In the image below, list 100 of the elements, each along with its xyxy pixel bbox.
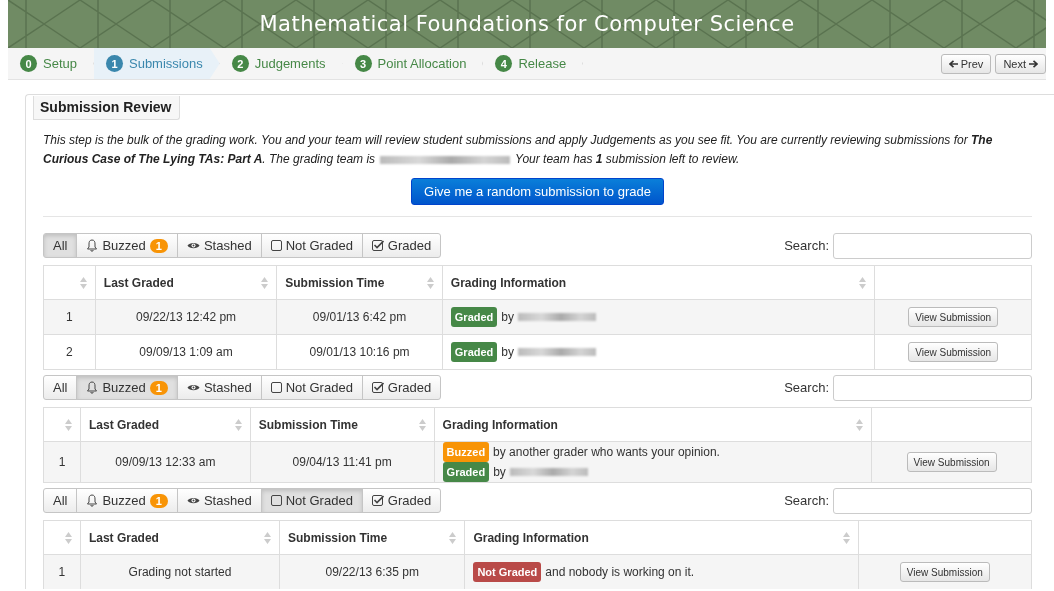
status-text: by bbox=[493, 464, 506, 481]
filter-button[interactable]: Buzzed 1 bbox=[76, 233, 178, 258]
course-title: Mathematical Foundations for Computer Science bbox=[259, 12, 795, 36]
view-submission-button[interactable]: View Submission bbox=[899, 562, 990, 582]
eye-icon bbox=[186, 496, 200, 505]
status-label: Graded bbox=[442, 462, 490, 482]
eye-icon bbox=[186, 383, 200, 392]
sort-icon[interactable] bbox=[449, 531, 457, 544]
table-cell: 09/22/13 12:42 pm bbox=[136, 310, 237, 324]
table-cell: 09/09/13 1:09 am bbox=[139, 345, 233, 359]
search-label: Search: bbox=[784, 238, 829, 253]
search-label: Search: bbox=[784, 380, 829, 395]
count-badge: 1 bbox=[149, 380, 168, 395]
sort-icon[interactable] bbox=[264, 531, 272, 544]
search-field[interactable] bbox=[833, 487, 1032, 514]
bell-icon bbox=[86, 381, 99, 394]
column-header[interactable]: Submission Time bbox=[258, 417, 358, 432]
status-text: and nobody is working on it. bbox=[545, 564, 695, 581]
table-cell: 09/01/13 10:16 pm bbox=[309, 345, 410, 359]
table-cell: 09/09/13 12:33 am bbox=[115, 455, 216, 469]
row-number: 1 bbox=[58, 455, 66, 469]
table-cell: 09/01/13 6:42 pm bbox=[312, 310, 407, 324]
filter-button[interactable]: Not Graded bbox=[260, 233, 363, 258]
filter-button[interactable]: Not Graded bbox=[260, 375, 363, 400]
count-badge: 1 bbox=[149, 493, 168, 508]
row-number: 1 bbox=[66, 310, 73, 324]
step-number: 2 bbox=[231, 55, 249, 72]
filter-button[interactable]: Buzzed 1 bbox=[76, 375, 178, 400]
column-header[interactable]: Grading Information bbox=[442, 417, 558, 432]
sort-icon[interactable] bbox=[64, 418, 72, 431]
row-number: 2 bbox=[66, 345, 73, 359]
step-tab[interactable]: 2 Judgements bbox=[219, 48, 343, 79]
sort-icon[interactable] bbox=[418, 418, 426, 431]
panel-title: Submission Review bbox=[33, 96, 181, 120]
step-tab[interactable]: 1 Submissions bbox=[94, 48, 220, 79]
filter-button[interactable]: Not Graded bbox=[260, 488, 363, 513]
checkbox-icon bbox=[270, 240, 282, 251]
status-label: Not Graded bbox=[473, 562, 542, 582]
sort-icon[interactable] bbox=[234, 418, 242, 431]
view-submission-button[interactable]: View Submission bbox=[908, 307, 999, 327]
column-header[interactable]: Submission Time bbox=[285, 275, 385, 290]
checkbox-icon bbox=[270, 382, 282, 393]
filter-button[interactable]: Buzzed 1 bbox=[76, 488, 178, 513]
sort-icon[interactable] bbox=[842, 531, 850, 544]
step-tab[interactable]: 0 Setup bbox=[8, 48, 94, 79]
left-arrow-icon bbox=[948, 59, 958, 68]
filter-button[interactable]: Graded bbox=[361, 233, 442, 258]
sort-icon[interactable] bbox=[859, 276, 867, 289]
prev-button[interactable]: Prev bbox=[940, 53, 992, 74]
column-header[interactable]: Grading Information bbox=[450, 275, 567, 290]
search-field[interactable] bbox=[833, 232, 1032, 259]
search-field[interactable] bbox=[833, 374, 1032, 401]
checked-box-icon bbox=[371, 495, 384, 506]
sort-icon[interactable] bbox=[64, 531, 72, 544]
filter-button[interactable]: Stashed bbox=[176, 375, 262, 400]
status-label: Buzzed bbox=[442, 442, 490, 462]
step-number: 4 bbox=[495, 55, 513, 72]
status-text: by bbox=[501, 344, 514, 361]
checked-box-icon bbox=[371, 382, 384, 393]
intro-text: This step is the bulk of the grading work. You and your team will review student submissions and apply Judgements as you see fit. You are currently reviewing submissions for The Curious Case of The Lying TAs: Part A. The grading team is Your team has 1 submission left to review. bbox=[43, 132, 994, 168]
table-cell: 09/22/13 6:35 pm bbox=[325, 565, 419, 579]
table-cell: 09/04/13 11:41 pm bbox=[292, 455, 392, 469]
filter-button[interactable]: All bbox=[43, 375, 78, 400]
column-header[interactable]: Last Graded bbox=[103, 275, 174, 290]
row-number: 1 bbox=[58, 565, 66, 579]
column-header[interactable]: Last Graded bbox=[88, 530, 159, 545]
count-badge: 1 bbox=[149, 238, 168, 253]
sort-icon[interactable] bbox=[261, 276, 269, 289]
step-number: 1 bbox=[106, 55, 123, 72]
status-text: by another grader who wants your opinion. bbox=[493, 444, 720, 461]
eye-icon bbox=[186, 241, 200, 250]
step-number: 0 bbox=[20, 55, 37, 72]
sort-icon[interactable] bbox=[426, 276, 434, 289]
sort-icon[interactable] bbox=[79, 276, 87, 289]
filter-button[interactable]: Graded bbox=[361, 375, 442, 400]
next-button[interactable]: Next bbox=[995, 53, 1046, 74]
step-tab[interactable]: 3 Point Allocation bbox=[342, 48, 484, 79]
search-label: Search: bbox=[784, 493, 829, 508]
sort-icon[interactable] bbox=[856, 418, 864, 431]
bell-icon bbox=[86, 239, 99, 252]
filter-button[interactable]: Stashed bbox=[176, 233, 262, 258]
checked-box-icon bbox=[371, 240, 384, 251]
status-text: by bbox=[501, 309, 514, 326]
filter-button[interactable]: All bbox=[43, 488, 78, 513]
step-tab[interactable]: 4 Release bbox=[483, 48, 584, 79]
filter-button[interactable]: Stashed bbox=[176, 488, 262, 513]
view-submission-button[interactable]: View Submission bbox=[908, 342, 999, 362]
filter-button[interactable]: All bbox=[43, 233, 78, 258]
checkbox-icon bbox=[270, 495, 282, 506]
status-label: Graded bbox=[450, 342, 498, 362]
column-header[interactable]: Last Graded bbox=[88, 417, 159, 432]
view-submission-button[interactable]: View Submission bbox=[906, 452, 997, 472]
table-cell: Grading not started bbox=[128, 565, 232, 579]
step-number: 3 bbox=[354, 55, 372, 72]
column-header[interactable]: Submission Time bbox=[288, 530, 388, 545]
right-arrow-icon bbox=[1029, 59, 1038, 68]
column-header[interactable]: Grading Information bbox=[473, 530, 589, 545]
status-label: Graded bbox=[450, 307, 498, 327]
random-submission-button[interactable]: Give me a random submission to grade bbox=[411, 178, 664, 205]
filter-button[interactable]: Graded bbox=[361, 488, 442, 513]
